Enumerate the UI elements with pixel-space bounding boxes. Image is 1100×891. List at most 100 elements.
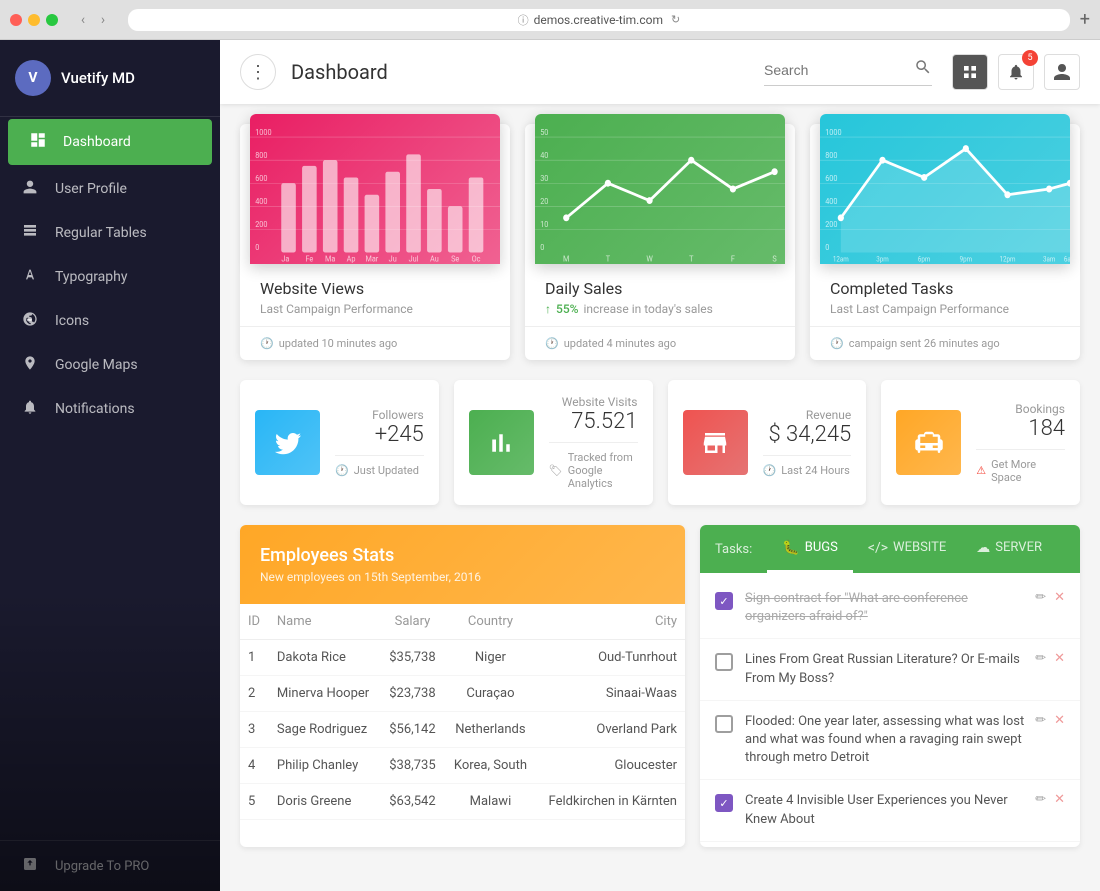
account-button[interactable] (1044, 54, 1080, 90)
card-footer: 🕐 campaign sent 26 minutes ago (810, 326, 1080, 360)
table-row: 2 Minerva Hooper $23,738 Curaçao Sinaai-… (240, 676, 685, 712)
cell-name: Dakota Rice (269, 640, 380, 676)
col-id: ID (240, 604, 269, 640)
search-input[interactable] (764, 62, 914, 78)
mini-label: Website Visits (549, 395, 638, 409)
svg-text:Ja: Ja (281, 254, 289, 263)
delete-task-button[interactable]: ✕ (1054, 590, 1065, 605)
cell-id: 3 (240, 712, 269, 748)
sidebar-item-typography[interactable]: Typography (0, 255, 220, 299)
notifications-button[interactable]: 5 (998, 54, 1034, 90)
employees-card: Employees Stats New employees on 15th Se… (240, 525, 685, 847)
tab-website[interactable]: </> WEBSITE (853, 525, 961, 573)
mini-stats: Followers +245 (335, 408, 424, 447)
notification-badge: 5 (1022, 50, 1038, 66)
delete-task-button[interactable]: ✕ (1054, 713, 1065, 728)
dot-red[interactable] (10, 14, 22, 26)
cell-id: 5 (240, 784, 269, 820)
sidebar: V Vuetify MD Dashboard User Profile (0, 40, 220, 891)
table-header-row: ID Name Salary Country City (240, 604, 685, 640)
sidebar-item-label: Dashboard (63, 134, 131, 150)
twitter-icon (255, 410, 320, 475)
edit-task-button[interactable]: ✏ (1035, 713, 1046, 728)
revenue-card: Revenue $ 34,245 🕐 Last 24 Hours (668, 380, 867, 505)
svg-text:Se: Se (451, 254, 459, 263)
task-actions: ✏ ✕ (1035, 713, 1065, 728)
sidebar-item-label: Regular Tables (55, 225, 147, 241)
menu-button[interactable]: ⋮ (240, 54, 276, 90)
mini-label: Revenue (763, 408, 852, 422)
cell-country: Niger (445, 640, 537, 676)
forward-icon[interactable]: › (93, 12, 113, 28)
logo-text: Vuetify MD (61, 69, 135, 87)
back-icon[interactable]: ‹ (73, 12, 93, 28)
grid-view-button[interactable] (952, 54, 988, 90)
bookings-card: Bookings 184 ⚠ Get More Space (881, 380, 1080, 505)
svg-text:M: M (563, 254, 570, 263)
employees-title: Employees Stats (260, 545, 665, 566)
svg-text:1000: 1000 (825, 127, 841, 136)
cell-city: Feldkirchen in Kärnten (536, 784, 685, 820)
sidebar-item-notifications[interactable]: Notifications (0, 387, 220, 431)
svg-text:S: S (772, 254, 777, 263)
delete-task-button[interactable]: ✕ (1054, 792, 1065, 807)
svg-text:Mar: Mar (365, 254, 378, 263)
main-area: ⋮ Dashboard 5 (220, 40, 1100, 891)
search-button[interactable] (914, 58, 932, 81)
card-body: Website Views Last Campaign Performance (240, 264, 510, 326)
edit-task-button[interactable]: ✏ (1035, 792, 1046, 807)
task-actions: ✏ ✕ (1035, 651, 1065, 666)
cell-name: Philip Chanley (269, 748, 380, 784)
revenue-stats: Revenue $ 34,245 🕐 Last 24 Hours (763, 408, 852, 477)
svg-text:0: 0 (255, 243, 259, 252)
card-body: Completed Tasks Last Last Campaign Perfo… (810, 264, 1080, 326)
bookings-icon (896, 410, 961, 475)
edit-task-button[interactable]: ✏ (1035, 590, 1046, 605)
tab-bugs[interactable]: 🐛 BUGS (767, 525, 853, 573)
cell-name: Doris Greene (269, 784, 380, 820)
dot-green[interactable] (46, 14, 58, 26)
sidebar-item-regular-tables[interactable]: Regular Tables (0, 211, 220, 255)
sidebar-item-icons[interactable]: Icons (0, 299, 220, 343)
chart-icon (469, 410, 534, 475)
task-checkbox[interactable] (715, 592, 733, 610)
cell-country: Korea, South (445, 748, 537, 784)
edit-task-button[interactable]: ✏ (1035, 651, 1046, 666)
dashboard-icon (28, 131, 48, 153)
sidebar-item-label: Google Maps (55, 357, 138, 373)
table-row: 1 Dakota Rice $35,738 Niger Oud-Tunrhout (240, 640, 685, 676)
task-item: Sign contract for "What are conference o… (700, 578, 1080, 639)
cell-salary: $56,142 (380, 712, 444, 748)
mini-footer: ⚠ Get More Space (976, 449, 1065, 484)
col-city: City (536, 604, 685, 640)
browser-dots (10, 14, 58, 26)
task-checkbox[interactable] (715, 715, 733, 733)
task-checkbox[interactable] (715, 794, 733, 812)
task-text: Flooded: One year later, assessing what … (745, 713, 1027, 768)
svg-text:Au: Au (430, 254, 439, 263)
cell-country: Malawi (445, 784, 537, 820)
sidebar-item-dashboard[interactable]: Dashboard (8, 119, 212, 165)
sidebar-item-google-maps[interactable]: Google Maps (0, 343, 220, 387)
clock-icon: 🕐 (545, 337, 559, 350)
sidebar-logo: V Vuetify MD (0, 40, 220, 117)
dot-yellow[interactable] (28, 14, 40, 26)
tab-server[interactable]: ☁ SERVER (961, 525, 1057, 573)
mini-footer: 🕐 Just Updated (335, 455, 424, 477)
task-checkbox[interactable] (715, 653, 733, 671)
svg-text:600: 600 (825, 174, 837, 183)
svg-text:20: 20 (540, 197, 548, 206)
sidebar-item-user-profile[interactable]: User Profile (0, 167, 220, 211)
cell-city: Oud-Tunrhout (536, 640, 685, 676)
cell-id: 2 (240, 676, 269, 712)
url-bar[interactable]: ⓘ demos.creative-tim.com ↻ (128, 9, 1070, 31)
svg-text:Jul: Jul (409, 254, 419, 263)
delete-task-button[interactable]: ✕ (1054, 651, 1065, 666)
task-item: Flooded: One year later, assessing what … (700, 701, 1080, 781)
cell-id: 1 (240, 640, 269, 676)
mini-label: Bookings (976, 402, 1065, 416)
svg-text:600: 600 (255, 174, 267, 183)
svg-text:0: 0 (540, 243, 544, 252)
new-tab-button[interactable]: + (1080, 9, 1090, 30)
svg-text:30: 30 (540, 174, 548, 183)
